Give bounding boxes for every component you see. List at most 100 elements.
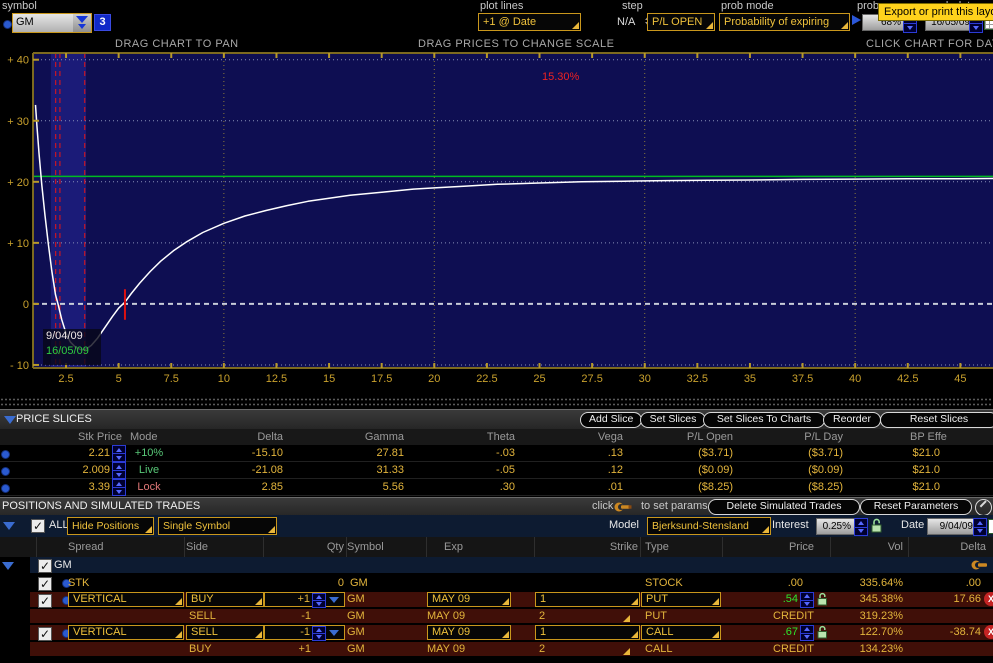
position-row: ✓ STK 0 GM STOCK .00 335.64% .00 xyxy=(0,575,993,591)
wrench-icon[interactable] xyxy=(971,560,991,570)
position-checkbox[interactable]: ✓ xyxy=(38,577,52,591)
slice-price-stepper[interactable] xyxy=(112,479,126,496)
wrench-icon xyxy=(614,502,632,512)
qty-dropdown-arrow[interactable] xyxy=(329,630,339,636)
set-slices-to-charts-button[interactable]: Set Slices To Charts xyxy=(703,412,825,428)
x-tick-label: 42.5 xyxy=(897,373,918,385)
slice-pl-day: ($0.09) xyxy=(808,464,843,476)
position-checkbox[interactable]: ✓ xyxy=(38,594,52,608)
model-label: Model xyxy=(609,519,639,531)
qty-value: +1 xyxy=(297,593,310,605)
spread-dropdown[interactable]: VERTICAL xyxy=(68,592,184,607)
row-bullet-icon xyxy=(1,484,10,493)
delete-simulated-trades-button[interactable]: Delete Simulated Trades xyxy=(708,499,860,515)
strike-dropdown-fold[interactable] xyxy=(623,648,630,655)
column-header-side: Side xyxy=(186,541,209,553)
slice-price-value: 2.009 xyxy=(82,464,110,476)
edit-circle-button[interactable] xyxy=(975,499,992,516)
type-dropdown[interactable]: PUT xyxy=(641,592,721,607)
qty-dropdown[interactable]: +1 xyxy=(264,592,345,608)
type-dropdown[interactable]: CALL xyxy=(641,625,721,640)
single-symbol-dropdown[interactable]: Single Symbol xyxy=(158,517,277,535)
all-label: ALL xyxy=(49,519,69,531)
slice-mode[interactable]: +10% xyxy=(127,447,171,459)
delete-leg-icon[interactable]: X xyxy=(984,625,993,639)
column-header-exp: Exp xyxy=(444,541,463,553)
column-header-theta: Theta xyxy=(486,431,515,443)
x-tick-label: 22.5 xyxy=(476,373,497,385)
row-bullet-icon xyxy=(1,450,10,459)
calendar-icon[interactable] xyxy=(988,519,993,534)
exp-value: MAY 09 xyxy=(427,643,466,655)
reset-slices-button[interactable]: Reset Slices xyxy=(880,412,993,428)
splitter-handle[interactable] xyxy=(0,397,993,407)
y-tick-label: 0 xyxy=(23,299,29,311)
qty-dropdown[interactable]: -1 xyxy=(264,625,345,641)
slice-mode[interactable]: Lock xyxy=(127,481,171,493)
exp-dropdown[interactable]: MAY 09 xyxy=(427,592,511,607)
slice-price-stepper[interactable] xyxy=(112,462,126,479)
interest-stepper[interactable] xyxy=(854,518,868,536)
slice-delta: -21.08 xyxy=(251,464,283,476)
model-dropdown[interactable]: Bjerksund-Stensland xyxy=(647,517,771,535)
pl-analysis-chart[interactable]: 2.5 5 7.5 10 12.5 15 17.5 20 22.5 25 27.5 30 32.5 35 3… xyxy=(0,0,993,400)
price-slices-table: 2.21 +10% -15.10 27.81 -.03 .13 ($3.71) ($3.71)… xyxy=(0,445,993,496)
position-row: ✓ VERTICAL SELL -1 MAY 09 1 CALL .67 122.70% -38.… xyxy=(0,625,993,641)
interest-input[interactable]: 0.25% xyxy=(816,518,855,535)
collapse-group-icon[interactable] xyxy=(2,562,14,570)
slice-bp-effect: $21.0 xyxy=(912,447,940,459)
stk-label: STK xyxy=(68,577,90,589)
qty-dropdown-arrow[interactable] xyxy=(329,597,339,603)
spread-dropdown[interactable]: VERTICAL xyxy=(68,625,184,640)
header-separator xyxy=(534,537,535,557)
slice-theta: -.05 xyxy=(496,464,515,476)
vol-value: 122.70% xyxy=(859,626,903,638)
strike-dropdown[interactable]: 1 xyxy=(535,592,640,607)
date-input[interactable]: 9/04/09 xyxy=(927,518,977,535)
header-separator xyxy=(426,537,427,557)
price-stepper[interactable] xyxy=(800,592,814,608)
date-stepper[interactable] xyxy=(973,518,987,536)
side-dropdown[interactable]: SELL xyxy=(186,625,264,640)
position-row: ✓ VERTICAL BUY +1 MAY 09 1 PUT .54 345.38% 17.66 X… xyxy=(0,592,993,608)
reset-parameters-button[interactable]: Reset Parameters xyxy=(860,499,972,515)
column-header-bp-effe: BP Effe xyxy=(910,431,947,443)
price-slices-bar: PRICE SLICES Add Slice Set Slices Set Sl… xyxy=(0,409,993,429)
qty-value: -1 xyxy=(301,610,311,622)
group-checkbox[interactable]: ✓ xyxy=(38,559,52,573)
exp-dropdown[interactable]: MAY 09 xyxy=(427,625,511,640)
price-stepper[interactable] xyxy=(800,625,814,641)
qty-value: 0 xyxy=(337,577,344,589)
x-tick-label: 17.5 xyxy=(371,373,392,385)
side-dropdown[interactable]: BUY xyxy=(186,592,264,607)
price-slice-row: 3.39 Lock 2.85 5.56 .30 .01 ($8.25) ($8.25) $21.… xyxy=(0,479,993,496)
strike-dropdown[interactable]: 1 xyxy=(535,625,640,640)
price-lock-icon[interactable] xyxy=(816,592,829,606)
slice-mode[interactable]: Live xyxy=(127,464,171,476)
price-lock-icon[interactable] xyxy=(816,625,829,639)
delta-value: -38.74 xyxy=(949,626,981,638)
all-checkbox[interactable]: ✓ xyxy=(31,519,45,533)
collapse-positions-icon[interactable] xyxy=(3,522,15,530)
x-tick-label: 12.5 xyxy=(266,373,287,385)
collapse-price-slices-icon[interactable] xyxy=(4,416,16,424)
strike-value: 2 xyxy=(539,610,546,622)
delete-leg-icon[interactable]: X xyxy=(984,592,993,606)
position-checkbox[interactable]: ✓ xyxy=(38,627,52,641)
exp-value: MAY 09 xyxy=(427,610,466,622)
row-background xyxy=(30,575,993,590)
qty-stepper[interactable] xyxy=(312,593,326,608)
hide-positions-dropdown[interactable]: Hide Positions xyxy=(67,517,154,535)
unlock-icon[interactable] xyxy=(870,518,883,533)
position-row: SELL -1 MAY 09 2 PUT CREDIT 319.23% GM xyxy=(0,609,993,624)
strike-dropdown-fold[interactable] xyxy=(623,615,630,622)
qty-stepper[interactable] xyxy=(312,626,326,641)
slice-price-stepper[interactable] xyxy=(112,445,126,462)
y-tick-label: + 40 xyxy=(7,55,29,67)
price-slice-row: 2.009 Live -21.08 31.33 -.05 .12 ($0.09) ($0.09… xyxy=(0,462,993,479)
x-tick-label: 35 xyxy=(744,373,756,385)
add-slice-button[interactable]: Add Slice xyxy=(580,412,642,428)
set-slices-button[interactable]: Set Slices xyxy=(640,412,706,428)
reorder-button[interactable]: Reorder xyxy=(823,412,881,428)
slice-bp-effect: $21.0 xyxy=(912,464,940,476)
